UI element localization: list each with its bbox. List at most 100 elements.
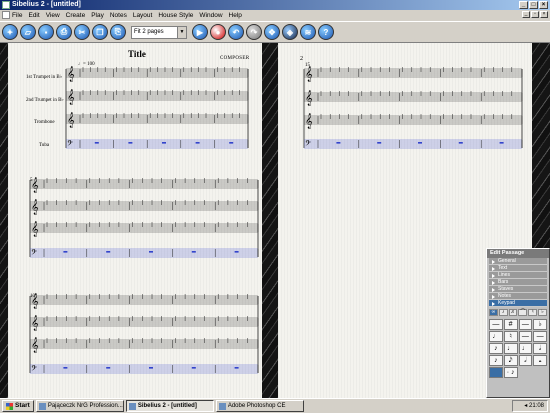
panel-section-lines[interactable]: Lines — [489, 272, 547, 279]
keypad-tab-accidentals[interactable]: ♮ — [528, 309, 538, 316]
menu-play[interactable]: Play — [91, 12, 104, 19]
panel-title[interactable]: Edit Passage — [487, 249, 549, 258]
menu-window[interactable]: Window — [199, 12, 222, 19]
menu-house-style[interactable]: House Style — [158, 12, 193, 19]
treble-clef-icon: 𝄞 — [31, 222, 39, 237]
whole-rest — [106, 367, 111, 369]
keypad-key[interactable]: 𝅘𝅥𝅯 — [503, 355, 518, 366]
menu-layout[interactable]: Layout — [133, 12, 153, 19]
keypad-tab-beams[interactable]: ♬ — [508, 309, 518, 316]
document-controls: _ ▫ × — [522, 11, 548, 18]
menu-view[interactable]: View — [46, 12, 60, 19]
keypad-key[interactable]: — — [489, 319, 503, 330]
whole-rest — [377, 142, 382, 144]
whole-rest — [63, 251, 68, 253]
undo-icon[interactable]: ↶ — [228, 24, 244, 40]
system-tray: ◂ 21:08 — [512, 400, 548, 412]
chevron-down-icon[interactable]: ▼ — [177, 26, 186, 38]
open-icon[interactable]: ▱ — [20, 24, 36, 40]
sibelius-app-icon[interactable] — [2, 1, 10, 9]
mixer-icon[interactable]: ≋ — [300, 24, 316, 40]
panel-section-text[interactable]: Text — [489, 265, 547, 272]
copy-icon[interactable]: ❐ — [92, 24, 108, 40]
panel-section-keypad[interactable]: Keypad — [489, 300, 547, 307]
keypad-key[interactable]: ♩ — [518, 343, 533, 354]
keypad-tab-jazz[interactable]: ♭ — [538, 309, 547, 316]
panel-section-staves[interactable]: Staves — [489, 286, 547, 293]
minimize-icon[interactable]: _ — [519, 1, 528, 9]
new-score-icon[interactable]: ✦ — [2, 24, 18, 40]
keypad-key[interactable] — [489, 367, 503, 378]
keypad-key[interactable]: · ♪ — [503, 367, 518, 378]
menu-create[interactable]: Create — [66, 12, 86, 19]
score-page-1[interactable]: Title COMPOSER ♩= 100 1st Trumpet in B♭ … — [8, 43, 262, 398]
keypad-tab-notes[interactable]: ♪ — [498, 309, 508, 316]
panel-section-general[interactable]: General — [489, 258, 547, 265]
document-icon[interactable] — [2, 11, 10, 19]
whole-rest — [128, 142, 133, 144]
score-workspace[interactable]: Title COMPOSER ♩= 100 1st Trumpet in B♭ … — [0, 43, 550, 398]
whole-rest — [106, 251, 111, 253]
keypad-key[interactable]: ♩ — [489, 331, 503, 342]
task-sibelius[interactable]: Sibelius 2 - [untitled] — [125, 400, 214, 412]
keypad-key[interactable]: ♮ — [503, 331, 518, 342]
clock: 21:08 — [528, 403, 544, 409]
keypad-key[interactable]: 𝅝 — [533, 355, 547, 366]
keypad-key[interactable]: ♪ — [489, 355, 503, 366]
maximize-icon[interactable]: □ — [529, 1, 538, 9]
close-icon[interactable]: × — [539, 1, 548, 9]
save-icon[interactable]: ▪ — [38, 24, 54, 40]
page-1-staves[interactable]: 𝄞 𝄞 𝄞 𝄢 𝄞 𝄞 𝄞 𝄢 𝄞 𝄞 𝄞 𝄢 — [8, 43, 262, 398]
help-icon[interactable]: ? — [318, 24, 334, 40]
menu-file[interactable]: File — [12, 12, 22, 19]
whole-rest — [234, 251, 239, 253]
doc-close-icon[interactable]: × — [540, 11, 548, 18]
treble-clef-icon: 𝄞 — [31, 338, 39, 353]
properties-icon[interactable]: ◈ — [282, 24, 298, 40]
panel-section-notes[interactable]: Notes — [489, 293, 547, 300]
menu-notes[interactable]: Notes — [110, 12, 127, 19]
task-nrg[interactable]: Pająceczk NrG Profession... — [35, 400, 124, 412]
start-button[interactable]: Start — [2, 400, 34, 412]
bass-clef-icon: 𝄢 — [31, 364, 37, 375]
menu-bar: File Edit View Create Play Notes Layout … — [0, 10, 550, 20]
keypad-key[interactable]: — — [533, 331, 547, 342]
doc-minimize-icon[interactable]: _ — [522, 11, 530, 18]
zoom-value: Fit 2 pages — [134, 28, 164, 35]
whole-rest — [336, 142, 341, 144]
start-label: Start — [15, 402, 30, 409]
navigator-icon[interactable]: ✥ — [264, 24, 280, 40]
panel-section-bars[interactable]: Bars — [489, 279, 547, 286]
doc-restore-icon[interactable]: ▫ — [531, 11, 539, 18]
cut-icon[interactable]: ✂ — [74, 24, 90, 40]
whole-rest — [94, 142, 99, 144]
keypad-key[interactable]: — — [518, 319, 533, 330]
properties-panel[interactable]: Edit Passage General Text Lines Bars Sta… — [486, 248, 550, 398]
menu-edit[interactable]: Edit — [28, 12, 39, 19]
record-stop-icon[interactable]: ● — [210, 24, 226, 40]
redo-icon[interactable]: ↷ — [246, 24, 262, 40]
keypad-key[interactable]: ♪ — [489, 343, 503, 354]
task-photoshop[interactable]: Adobe Photoshop CE — [215, 400, 304, 412]
print-icon[interactable]: ⎙ — [56, 24, 72, 40]
speaker-icon[interactable]: ◂ — [524, 403, 527, 409]
keypad-tab-articulations[interactable]: ⌒ — [518, 309, 528, 316]
treble-clef-icon: 𝄞 — [31, 178, 39, 193]
treble-clef-icon: 𝄞 — [67, 90, 75, 105]
menu-help[interactable]: Help — [229, 12, 242, 19]
taskbar: Start Pająceczk NrG Profession... Sibeli… — [0, 398, 550, 413]
whole-rest — [149, 251, 153, 253]
keypad-key[interactable]: ♩ — [503, 343, 518, 354]
keypad-key[interactable]: ♭ — [533, 319, 547, 330]
title-bar[interactable]: Sibelius 2 - [untitled] _ □ × — [0, 0, 550, 10]
play-icon[interactable]: ▶ — [192, 24, 208, 40]
whole-rest — [418, 142, 422, 144]
keypad-key[interactable]: # — [503, 319, 518, 330]
paste-icon[interactable]: ⎘ — [110, 24, 126, 40]
keypad-key[interactable]: — — [518, 331, 533, 342]
keypad-key[interactable]: 𝅗𝅥 — [518, 355, 533, 366]
keypad-key[interactable]: 𝅗𝅥 — [533, 343, 547, 354]
zoom-select[interactable]: Fit 2 pages ▼ — [131, 25, 187, 39]
whole-rest — [191, 367, 196, 369]
keypad-tab-common[interactable]: ∞ — [489, 309, 498, 316]
